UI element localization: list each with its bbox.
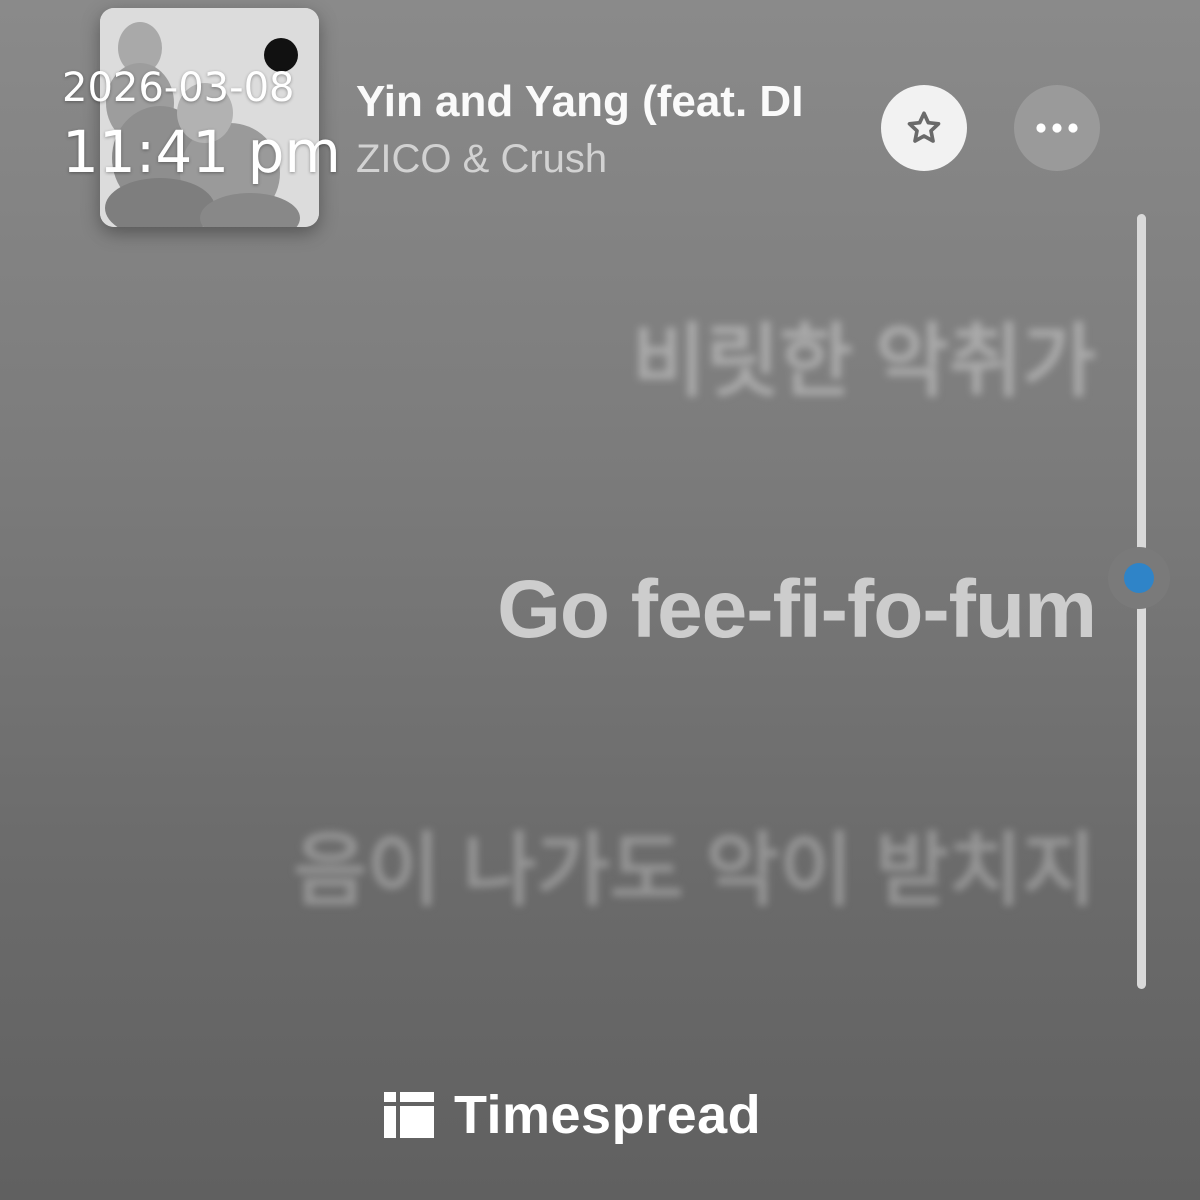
lyric-line-faint[interactable]	[276, 226, 1096, 276]
lyric-line-next[interactable]: 음이 나가도 악이 받치지	[276, 815, 1096, 927]
track-title: Yin and Yang (feat. DI	[356, 77, 804, 126]
favorite-button[interactable]	[881, 85, 967, 171]
brand-watermark: Timespread	[384, 1080, 761, 1150]
ellipsis-icon	[1036, 123, 1078, 133]
timespread-logo-icon	[384, 1092, 434, 1138]
more-button[interactable]	[1014, 85, 1100, 171]
track-artist[interactable]: ZICO & Crush	[356, 134, 856, 184]
scroll-handle-dot	[1124, 563, 1154, 593]
star-icon	[907, 111, 941, 143]
brand-name: Timespread	[454, 1085, 762, 1145]
time-label: 11:41 pm	[62, 118, 341, 186]
date-label: 2026-03-08	[62, 65, 295, 111]
lyric-line-previous[interactable]: 비릿한 악취가	[276, 312, 1096, 412]
lyric-line-current[interactable]: Go fee-fi-fo-fum	[276, 560, 1097, 660]
lyrics-scroll-handle[interactable]	[1108, 547, 1170, 609]
timestamp-overlay: 2026-03-08 11:41 pm	[62, 62, 362, 190]
